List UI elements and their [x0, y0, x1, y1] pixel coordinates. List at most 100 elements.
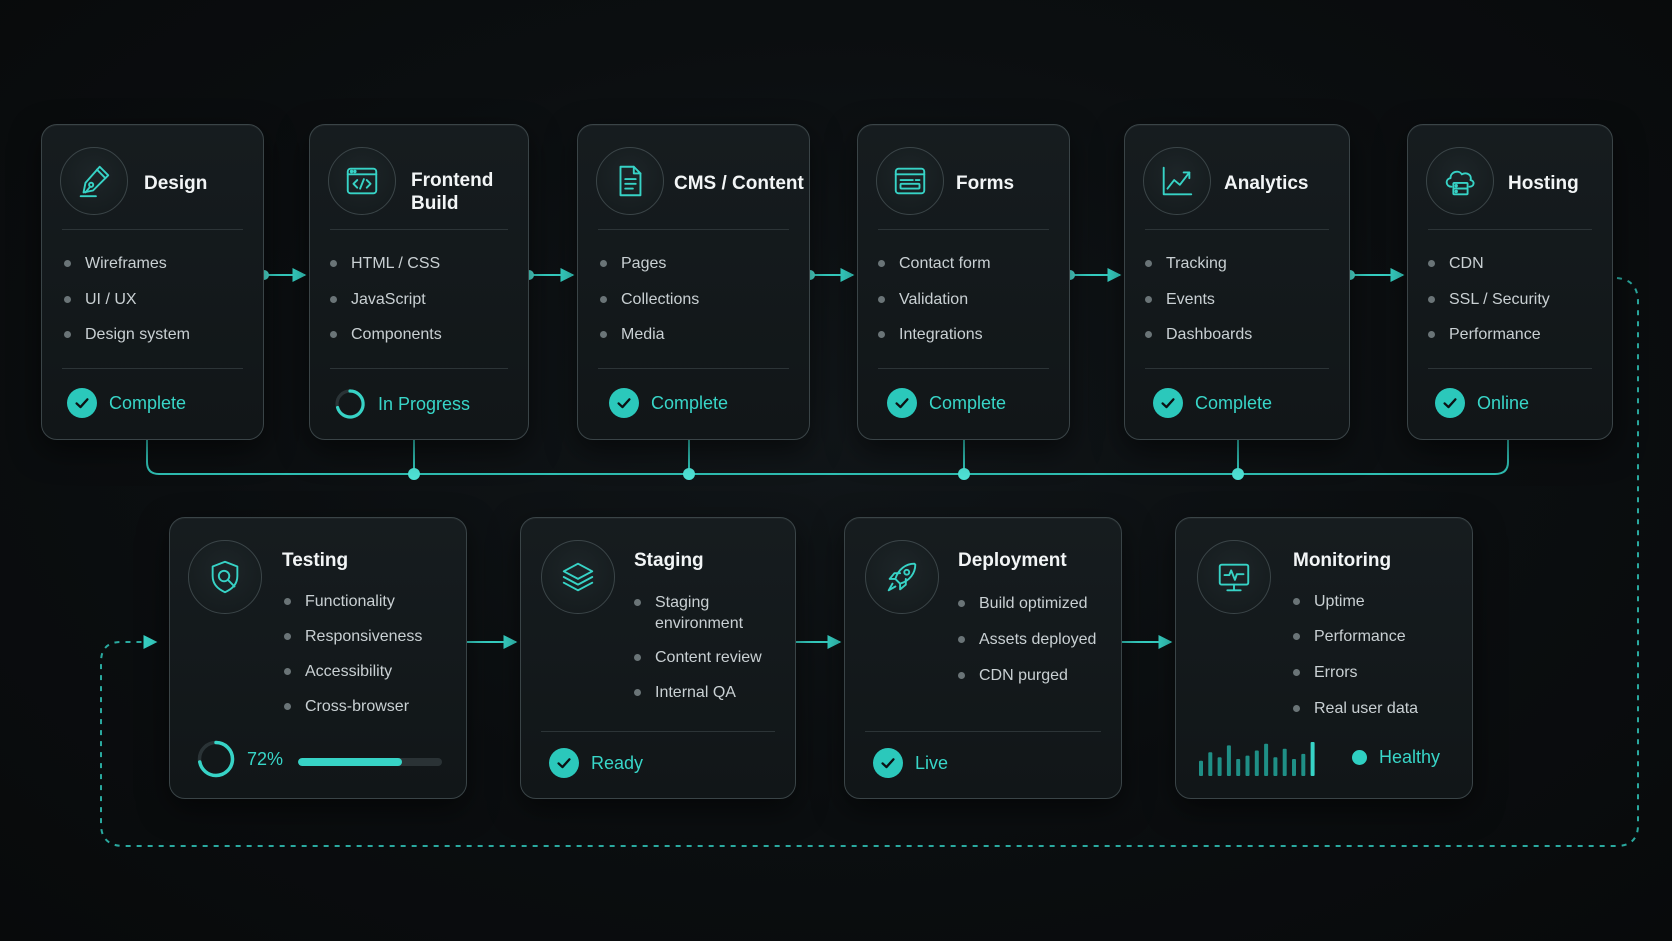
list-item: Errors — [1293, 662, 1418, 683]
status-label: Complete — [929, 392, 1007, 413]
stage-item-list: Contact form Validation Integrations — [878, 253, 991, 345]
list-item: Uptime — [1293, 591, 1418, 612]
stage-title: Design — [144, 173, 208, 194]
check-icon — [873, 748, 903, 778]
stage-card-monitoring[interactable]: Monitoring Uptime Performance Errors Rea… — [1175, 517, 1473, 799]
stage-card-forms[interactable]: Forms Contact form Validation Integratio… — [857, 124, 1070, 440]
stage-card-design[interactable]: Design Wireframes UI / UX Design system … — [41, 124, 264, 440]
activity-bar — [1208, 752, 1213, 776]
card-divider — [62, 229, 243, 230]
list-item: Performance — [1293, 626, 1418, 647]
stage-status: Live — [873, 748, 948, 778]
list-item: Internal QA — [634, 682, 762, 703]
frontend-icon-ring — [328, 147, 396, 215]
list-item: Build optimized — [958, 593, 1096, 614]
code-window-icon — [346, 167, 378, 195]
activity-bar — [1254, 750, 1259, 776]
progress-ring-icon — [197, 740, 235, 778]
deployment-icon-ring — [865, 540, 939, 614]
stage-item-list: Build optimized Assets deployed CDN purg… — [958, 593, 1096, 686]
stage-status: Healthy — [1352, 747, 1440, 768]
activity-bar — [1282, 748, 1287, 776]
activity-bar — [1217, 757, 1222, 776]
list-item: Content review — [634, 647, 762, 668]
list-item: Staging environment — [634, 592, 762, 634]
stage-status: Complete — [887, 388, 1006, 418]
staging-icon-ring — [541, 540, 615, 614]
stage-card-analytics[interactable]: Analytics Tracking Events Dashboards Com… — [1124, 124, 1350, 440]
stage-status: Complete — [1153, 388, 1272, 418]
pen-nib-icon — [79, 165, 110, 198]
activity-bar — [1199, 760, 1203, 776]
list-item: Media — [600, 324, 699, 345]
cloud-server-icon — [1445, 170, 1475, 196]
card-divider — [1145, 229, 1329, 230]
stage-card-testing[interactable]: Testing Functionality Responsiveness Acc… — [169, 517, 467, 799]
card-divider — [330, 229, 508, 230]
list-item: SSL / Security — [1428, 289, 1550, 310]
activity-bar — [1301, 753, 1306, 776]
status-label: Complete — [1195, 392, 1273, 413]
stage-title: Monitoring — [1293, 550, 1392, 571]
stage-status: Complete — [67, 388, 186, 418]
activity-bar — [1264, 743, 1269, 776]
card-divider — [1428, 368, 1592, 369]
spinner-icon — [335, 389, 365, 419]
stage-item-list: HTML / CSS JavaScript Components — [330, 253, 442, 345]
stage-title: Deployment — [958, 550, 1067, 571]
status-label: Ready — [591, 752, 644, 773]
list-item: Pages — [600, 253, 699, 274]
card-divider — [1428, 229, 1592, 230]
stage-status: Online — [1435, 388, 1529, 418]
activity-bar — [1292, 759, 1296, 776]
stage-card-frontend[interactable]: Frontend Build HTML / CSS JavaScript Com… — [309, 124, 529, 440]
card-divider — [878, 229, 1049, 230]
shield-search-icon — [211, 560, 239, 594]
stage-title: Frontend Build — [411, 170, 494, 214]
check-icon — [1153, 388, 1183, 418]
stage-item-list: Tracking Events Dashboards — [1145, 253, 1252, 345]
list-item: Performance — [1428, 324, 1550, 345]
cms-icon-ring — [596, 147, 664, 215]
status-label: Online — [1477, 392, 1530, 413]
list-item: Accessibility — [284, 661, 422, 682]
check-icon — [887, 388, 917, 418]
monitoring-icon-ring — [1197, 540, 1271, 614]
card-divider — [62, 368, 243, 369]
activity-bar — [1236, 759, 1241, 776]
stage-card-cms[interactable]: CMS / Content Pages Collections Media Co… — [577, 124, 810, 440]
stage-item-list: Uptime Performance Errors Real user data — [1293, 591, 1418, 719]
testing-icon-ring — [188, 540, 262, 614]
rocket-icon — [887, 562, 917, 592]
design-icon-ring — [60, 147, 128, 215]
status-label: Healthy — [1379, 747, 1441, 767]
list-item: Components — [330, 324, 442, 345]
document-icon — [619, 165, 642, 197]
list-item: CDN — [1428, 253, 1550, 274]
stage-title: Forms — [956, 173, 1015, 194]
stage-title: Analytics — [1224, 173, 1309, 194]
status-label: Complete — [109, 392, 187, 413]
stage-title: Staging — [634, 550, 704, 571]
stage-card-staging[interactable]: Staging Staging environment Content revi… — [520, 517, 796, 799]
form-window-icon — [894, 167, 926, 195]
check-icon — [609, 388, 639, 418]
stage-item-list: Pages Collections Media — [600, 253, 699, 345]
hosting-icon-ring — [1426, 147, 1494, 215]
progress-percent: 72% — [247, 749, 284, 769]
stage-card-deployment[interactable]: Deployment Build optimized Assets deploy… — [844, 517, 1122, 799]
list-item: HTML / CSS — [330, 253, 442, 274]
list-item: CDN purged — [958, 665, 1096, 686]
activity-bar — [1245, 755, 1250, 776]
stage-item-list: Wireframes UI / UX Design system — [64, 253, 190, 345]
stage-card-hosting[interactable]: Hosting CDN SSL / Security Performance O… — [1407, 124, 1613, 440]
list-item: Cross-browser — [284, 696, 422, 717]
stage-item-list: Functionality Responsiveness Accessibili… — [284, 591, 422, 717]
stage-status: Complete — [609, 388, 728, 418]
analytics-icon-ring — [1143, 147, 1211, 215]
stage-status: Ready — [549, 748, 643, 778]
check-icon — [1435, 388, 1465, 418]
list-item: Events — [1145, 289, 1252, 310]
activity-bar — [1310, 742, 1315, 776]
status-label: Live — [915, 752, 949, 773]
